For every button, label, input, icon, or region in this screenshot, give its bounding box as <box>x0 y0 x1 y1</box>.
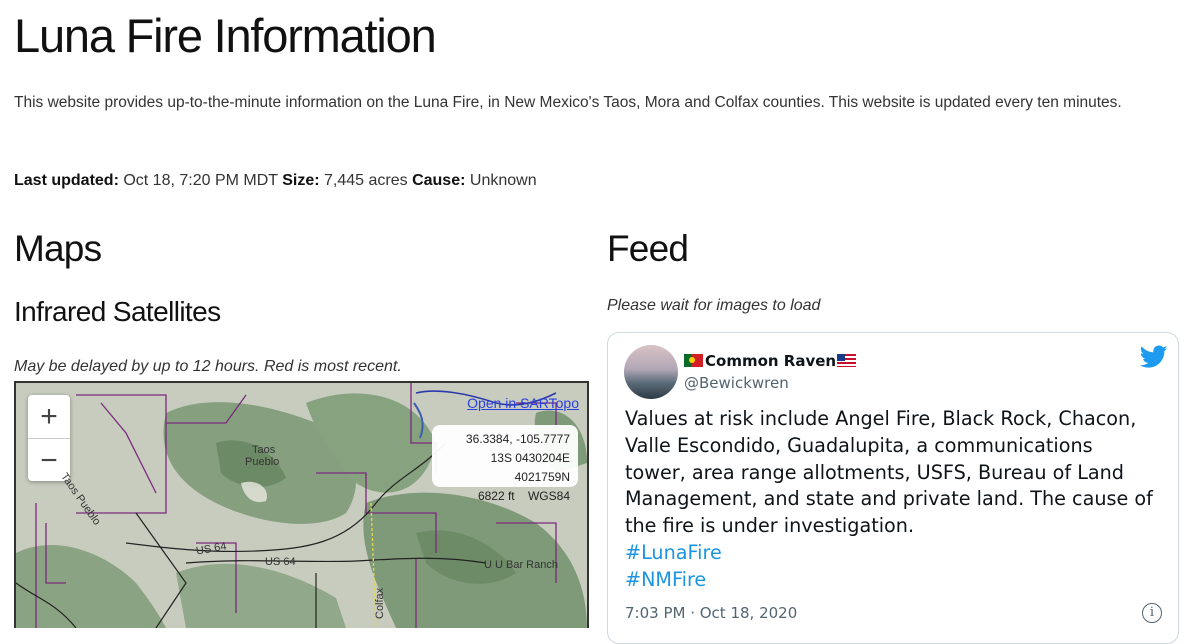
size-label: Size: <box>282 172 320 189</box>
map-label-taos: Taos <box>252 444 276 456</box>
tweet-body: Values at risk include Angel Fire, Black… <box>625 406 1155 594</box>
infrared-map[interactable]: + − Open in SARTopo 36.3384, -105.7777 1… <box>14 381 589 628</box>
open-in-sartopo-link[interactable]: Open in SARTopo <box>467 395 579 411</box>
feed-heading: Feed <box>607 228 689 269</box>
tweet-card[interactable]: Common Raven @Bewickwren Values at risk … <box>607 332 1179 644</box>
page: Luna Fire Information This website provi… <box>0 0 1200 644</box>
feed-note: Please wait for images to load <box>607 297 821 314</box>
hashtag-lunafire[interactable]: #LunaFire <box>625 540 1155 567</box>
maps-heading: Maps <box>14 228 102 269</box>
coord-elev-datum: 6822 ft WGS84 <box>436 487 570 506</box>
last-updated-value: Oct 18, 7:20 PM MDT <box>123 172 278 189</box>
cause-value: Unknown <box>469 172 537 189</box>
cause-label: Cause: <box>412 172 466 189</box>
tweet-text: Values at risk include Angel Fire, Black… <box>625 407 1153 538</box>
map-label-uubar: U U Bar Ranch <box>484 559 558 571</box>
us-flag-icon <box>837 354 857 367</box>
tweet-author-name[interactable]: Common Raven <box>684 352 857 370</box>
avatar[interactable] <box>624 345 678 399</box>
coord-utm: 13S 0430204E 4021759N <box>490 451 570 484</box>
last-updated-label: Last updated: <box>14 172 119 189</box>
infrared-note: May be delayed by up to 12 hours. Red is… <box>14 358 402 375</box>
page-title: Luna Fire Information <box>14 9 437 62</box>
tweet-timestamp[interactable]: 7:03 PM · Oct 18, 2020 <box>625 604 797 622</box>
zoom-control: + − <box>28 395 70 481</box>
coord-latlon: 36.3384, -105.7777 <box>465 432 570 446</box>
coordinate-readout: 36.3384, -105.7777 13S 0430204E 4021759N… <box>432 425 578 503</box>
map-label-us64-b: US 64 <box>265 556 296 568</box>
tweet-author-name-text: Common Raven <box>705 352 837 370</box>
twitter-bird-icon[interactable] <box>1140 345 1168 369</box>
hashtag-nmfire[interactable]: #NMFire <box>625 567 1155 594</box>
coord-elevation: 6822 ft <box>477 489 515 503</box>
info-icon[interactable]: i <box>1142 603 1162 623</box>
map-label-colfax: Colfax <box>374 587 386 619</box>
infrared-heading: Infrared Satellites <box>14 296 221 327</box>
intro-text: This website provides up-to-the-minute i… <box>14 94 1122 111</box>
map-label-pueblo: Pueblo <box>245 456 280 468</box>
portugal-flag-icon <box>684 354 703 367</box>
status-line: Last updated: Oct 18, 7:20 PM MDT Size: … <box>14 172 537 190</box>
zoom-in-button[interactable]: + <box>28 395 70 439</box>
size-value: 7,445 acres <box>324 172 408 189</box>
coord-datum: WGS84 <box>527 489 570 503</box>
tweet-author-handle[interactable]: @Bewickwren <box>684 374 789 392</box>
